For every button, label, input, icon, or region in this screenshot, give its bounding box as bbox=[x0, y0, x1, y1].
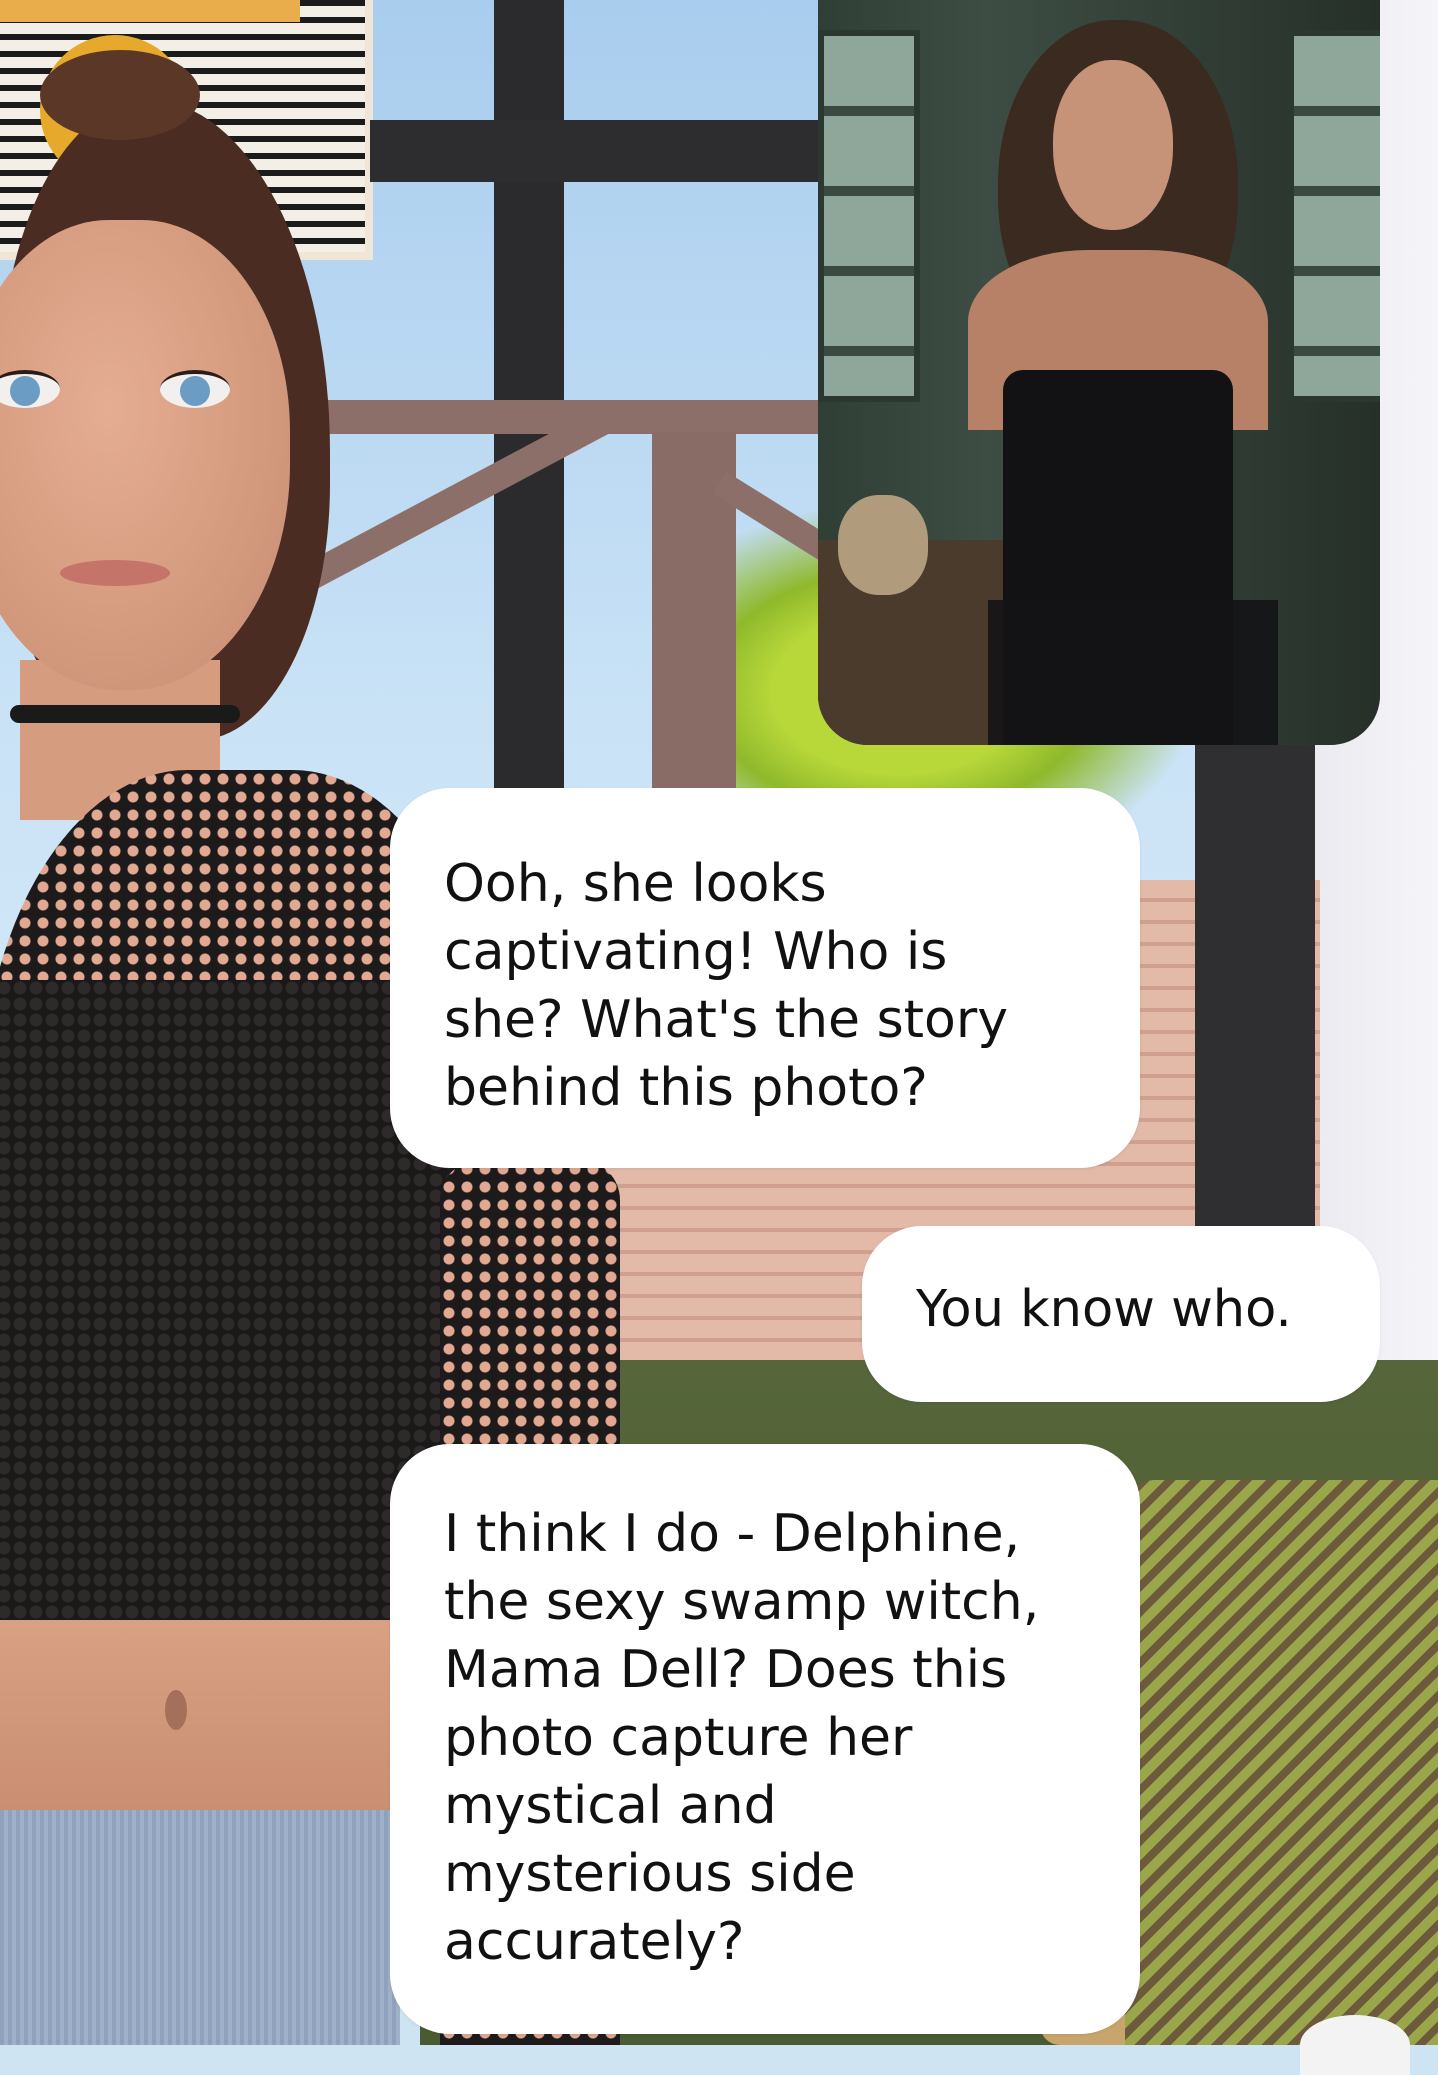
avatar-eye bbox=[160, 370, 230, 408]
user-message-bubble[interactable]: You know who. bbox=[862, 1226, 1380, 1402]
photo-window bbox=[1288, 30, 1380, 402]
ai-message-bubble[interactable]: Ooh, she looks captivating! Who is she? … bbox=[390, 788, 1140, 1168]
photo-woman-face bbox=[1053, 60, 1173, 230]
shared-photo-message[interactable] bbox=[818, 0, 1380, 745]
avatar-lips bbox=[60, 560, 170, 586]
scroll-button-partial[interactable] bbox=[1300, 2015, 1410, 2075]
avatar-shirt bbox=[0, 980, 450, 1620]
photo-skull bbox=[838, 495, 928, 595]
avatar-choker bbox=[10, 705, 240, 723]
avatar-jeans bbox=[0, 1810, 400, 2045]
avatar-face bbox=[0, 220, 290, 690]
ai-message-bubble[interactable]: I think I do - Delphine, the sexy swamp … bbox=[390, 1444, 1140, 2034]
photo-window bbox=[818, 30, 920, 402]
pole bbox=[1195, 740, 1315, 1260]
avatar-hair-bun bbox=[40, 50, 200, 140]
photo-skirt bbox=[988, 600, 1278, 745]
striped-pillow bbox=[1125, 1480, 1438, 2045]
